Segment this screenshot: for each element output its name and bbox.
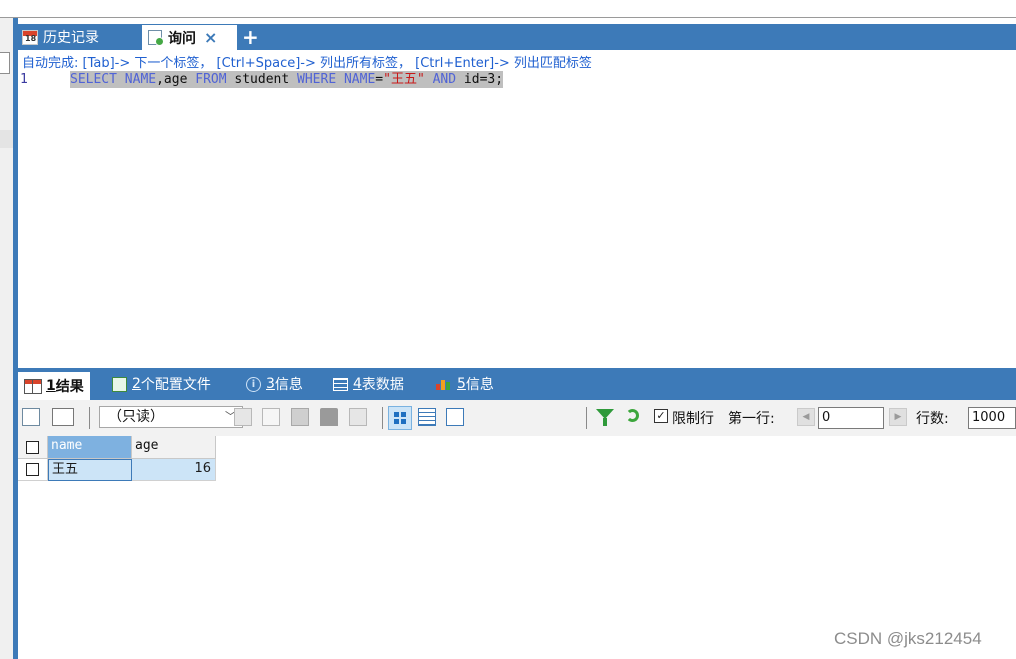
sql-statement[interactable]: SELECT NAME,age FROM student WHERE NAME=… — [70, 71, 504, 88]
insert-row-icon[interactable] — [234, 408, 252, 426]
tab-profiles-label: 个配置文件 — [140, 377, 211, 393]
column-header-name[interactable]: name — [48, 436, 132, 459]
result-grid-icon — [24, 378, 42, 394]
tab-info[interactable]: 5 信息 — [436, 368, 494, 400]
refresh-icon[interactable] — [626, 409, 639, 422]
info-bars-icon — [436, 378, 452, 390]
row-count-label: 行数: — [916, 411, 949, 427]
text-view-icon[interactable] — [446, 408, 464, 426]
autocomplete-hint: 自动完成: [Tab]-> 下一个标签， [Ctrl+Space]-> 列出所有… — [22, 56, 592, 71]
cancel-changes-icon[interactable] — [349, 408, 367, 426]
first-row-input[interactable]: 0 — [818, 407, 884, 429]
tab-number: 4 — [353, 376, 362, 392]
left-panel-selection — [0, 130, 13, 148]
tab-history-label: 历史记录 — [43, 30, 99, 46]
sql-column: NAME — [336, 72, 376, 87]
calendar-icon: 18 — [22, 29, 38, 45]
form-view-icon[interactable] — [418, 408, 436, 426]
info-icon: i — [246, 376, 261, 392]
result-tab-bar: 1 结果 2 个配置文件 i 3 信息 4 表数据 5 信息 — [18, 368, 1016, 400]
sql-keyword: SELECT — [70, 72, 117, 87]
toolbar-divider — [382, 407, 383, 429]
toolbar-divider — [586, 407, 587, 429]
sql-operator: = — [375, 72, 384, 87]
result-toolbar: （只读） ﹀ ✓ 限制行 第一行: ◀ 0 ▶ 行数: 1000 — [18, 400, 1016, 436]
export-menu-icon[interactable] — [52, 408, 74, 426]
readonly-select[interactable]: （只读） ﹀ — [99, 406, 243, 428]
result-grid: name age 王五 16 — [18, 436, 1016, 659]
tab-info-label: 信息 — [465, 377, 494, 393]
filter-icon[interactable] — [596, 409, 614, 426]
sql-keyword: WHERE — [297, 72, 337, 87]
left-panel-edge — [0, 18, 13, 659]
tab-query[interactable]: 询问 × — [142, 25, 237, 50]
add-row-icon[interactable] — [22, 408, 40, 426]
table-icon — [333, 377, 348, 391]
line-number: 1 — [20, 72, 28, 87]
readonly-select-value: （只读） — [108, 409, 164, 425]
close-tab-icon[interactable]: × — [204, 28, 217, 47]
grid-view-icon[interactable] — [388, 406, 412, 430]
sql-editor[interactable]: 自动完成: [Tab]-> 下一个标签， [Ctrl+Space]-> 列出所有… — [18, 50, 1016, 368]
toolbar-divider — [89, 407, 90, 429]
sql-condition: id=3; — [456, 72, 504, 87]
tab-number: 2 — [132, 376, 141, 392]
tab-messages[interactable]: i 3 信息 — [246, 368, 303, 400]
table-cell-age[interactable]: 16 — [132, 459, 216, 481]
table-cell-name[interactable]: 王五 — [48, 459, 132, 481]
tab-history[interactable]: 18 历史记录 — [22, 24, 99, 50]
limit-rows-label: 限制行 — [672, 411, 714, 427]
sql-keyword: FROM — [195, 72, 227, 87]
tab-messages-label: 信息 — [274, 377, 303, 393]
sql-keyword: AND — [432, 72, 457, 87]
query-tab-bar: 18 历史记录 询问 × + — [18, 24, 1016, 50]
sql-table: student — [226, 72, 298, 87]
tab-table-data[interactable]: 4 表数据 — [333, 368, 404, 400]
first-row-label: 第一行: — [728, 411, 775, 427]
select-all-header[interactable] — [18, 436, 48, 459]
left-panel-stub — [0, 52, 10, 74]
tab-table-data-label: 表数据 — [361, 377, 404, 393]
add-tab-icon[interactable]: + — [242, 24, 259, 50]
profile-icon — [112, 376, 127, 392]
tab-number: 3 — [266, 376, 275, 392]
prev-page-icon[interactable]: ◀ — [797, 408, 815, 426]
row-count-input[interactable]: 1000 — [968, 407, 1016, 429]
sql-line[interactable]: 1 SELECT NAME,age FROM student WHERE NAM… — [18, 71, 1016, 88]
sql-column: NAME — [116, 72, 157, 87]
sql-string: "王五" — [383, 72, 425, 87]
select-all-checkbox[interactable] — [26, 441, 39, 454]
query-document-icon — [148, 30, 164, 46]
tab-number: 5 — [457, 376, 466, 392]
save-icon[interactable] — [291, 408, 309, 426]
duplicate-row-icon[interactable] — [262, 408, 280, 426]
tab-number: 1 — [46, 378, 56, 394]
delete-icon[interactable] — [320, 408, 338, 426]
top-divider — [0, 17, 1016, 18]
sql-space — [425, 72, 433, 87]
tab-query-label: 询问 — [168, 30, 196, 47]
next-page-icon[interactable]: ▶ — [889, 408, 907, 426]
row-select-cell[interactable] — [18, 459, 48, 481]
tab-profiles[interactable]: 2 个配置文件 — [112, 368, 211, 400]
tab-results-label: 结果 — [55, 379, 84, 395]
tab-results[interactable]: 1 结果 — [18, 372, 90, 400]
watermark: CSDN @jks212454 — [834, 629, 982, 648]
row-checkbox[interactable] — [26, 463, 39, 476]
sql-text: ,age — [156, 72, 196, 87]
column-header-age[interactable]: age — [132, 436, 216, 459]
limit-rows-checkbox[interactable]: ✓ — [654, 409, 668, 423]
